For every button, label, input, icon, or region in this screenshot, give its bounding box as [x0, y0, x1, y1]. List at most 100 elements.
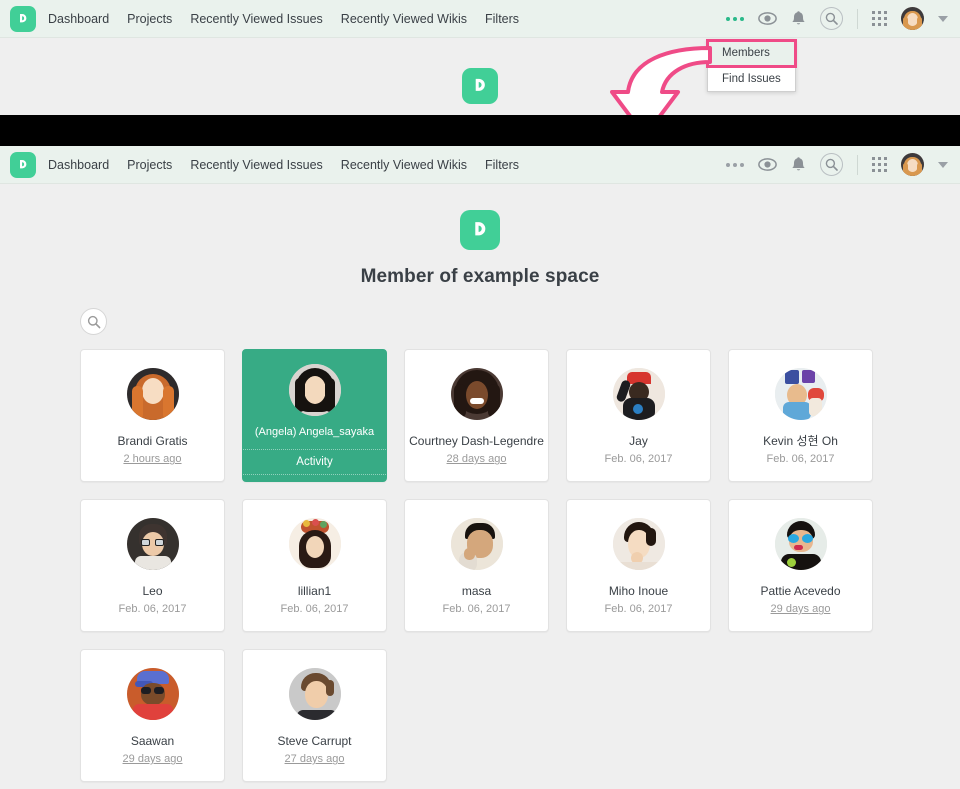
- member-name: masa: [461, 584, 492, 598]
- member-avatar: [126, 668, 179, 720]
- app-navbar: Dashboard Projects Recently Viewed Issues R…: [0, 146, 960, 184]
- top-nav-link-2[interactable]: Recently Viewed Issues: [190, 12, 322, 26]
- bell-icon[interactable]: [791, 156, 806, 173]
- chevron-down-icon[interactable]: [938, 161, 948, 168]
- member-name: Miho Inoue: [608, 584, 669, 598]
- member-name: Jay: [629, 434, 648, 448]
- member-action-activity[interactable]: Activity: [243, 449, 386, 474]
- member-last-active-link[interactable]: 2 hours ago: [123, 453, 181, 465]
- member-joined-date: Feb. 06, 2017: [118, 603, 187, 616]
- member-card[interactable]: Jay Feb. 06, 2017: [566, 349, 711, 482]
- member-joined-date: Feb. 06, 2017: [604, 453, 673, 466]
- dropdown-item-members[interactable]: Members: [706, 39, 797, 68]
- top-nav-link-3[interactable]: Recently Viewed Wikis: [341, 12, 467, 26]
- page-title: Member of example space: [360, 266, 600, 287]
- member-card[interactable]: Pattie Acevedo 29 days ago: [728, 499, 873, 632]
- bell-icon[interactable]: [791, 10, 806, 27]
- member-joined-date: Feb. 06, 2017: [766, 453, 835, 466]
- app-nav-link-0[interactable]: Dashboard: [48, 158, 109, 172]
- member-name: Leo: [142, 584, 163, 598]
- member-card[interactable]: Miho Inoue Feb. 06, 2017: [566, 499, 711, 632]
- ellipsis-icon[interactable]: [726, 162, 744, 167]
- app-nav-link-3[interactable]: Recently Viewed Wikis: [341, 158, 467, 172]
- top-preview-navbar: Dashboard Projects Recently Viewed Issues R…: [0, 0, 960, 38]
- member-avatar: [450, 518, 503, 570]
- backlog-b-logo-icon: [460, 210, 500, 250]
- toolbar-divider: [857, 8, 858, 29]
- member-card[interactable]: Brandi Gratis 2 hours ago: [80, 349, 225, 482]
- toolbar-divider: [857, 154, 858, 175]
- member-avatar: [126, 368, 179, 420]
- search-icon[interactable]: [820, 153, 843, 176]
- member-card[interactable]: Kevin 성현 Oh Feb. 06, 2017: [728, 349, 873, 482]
- top-preview-dropdown-menu: Members Find Issues: [706, 39, 797, 93]
- app-window: Dashboard Projects Recently Viewed Issues R…: [0, 146, 960, 789]
- preview-brand-logo-icon: [462, 68, 498, 104]
- ellipsis-icon[interactable]: [726, 16, 744, 21]
- member-avatar: [126, 518, 179, 570]
- apps-grid-icon[interactable]: [872, 11, 887, 26]
- member-avatar: [288, 668, 341, 720]
- member-name: Steve Carrupt: [277, 734, 352, 748]
- eye-icon[interactable]: [758, 158, 777, 171]
- apps-grid-icon[interactable]: [872, 157, 887, 172]
- member-card[interactable]: Courtney Dash-Legendre 28 days ago: [404, 349, 549, 482]
- member-hover-actions: ActivityGantt Chart: [243, 449, 386, 481]
- avatar[interactable]: [901, 7, 924, 30]
- member-avatar: [612, 368, 665, 420]
- top-nav-link-1[interactable]: Projects: [127, 12, 172, 26]
- member-avatar: [774, 518, 827, 570]
- app-nav-right: [726, 153, 948, 176]
- member-joined-date: Feb. 06, 2017: [604, 603, 673, 616]
- eye-icon[interactable]: [758, 12, 777, 25]
- search-icon: [87, 315, 100, 328]
- member-card[interactable]: Leo Feb. 06, 2017: [80, 499, 225, 632]
- member-avatar: [288, 518, 341, 570]
- member-name: Pattie Acevedo: [760, 584, 841, 598]
- member-name: Courtney Dash-Legendre: [409, 434, 544, 448]
- member-search-row: [80, 308, 960, 335]
- member-action-gantt-chart[interactable]: Gantt Chart: [243, 474, 386, 481]
- member-card-grid: Brandi Gratis 2 hours ago (Angela) Angela_…: [80, 349, 880, 782]
- member-name: lillian1: [297, 584, 332, 598]
- chevron-down-icon[interactable]: [938, 15, 948, 22]
- screenshot-root: Dashboard Projects Recently Viewed Issues R…: [0, 0, 960, 789]
- member-last-active-link[interactable]: 29 days ago: [771, 603, 831, 615]
- top-preview-nav-right: [726, 7, 948, 30]
- top-preview-nav-links: Dashboard Projects Recently Viewed Issues R…: [48, 12, 519, 26]
- page-header: Member of example space: [0, 210, 960, 288]
- member-avatar: [288, 364, 341, 416]
- dropdown-item-find-issues[interactable]: Find Issues: [708, 67, 795, 92]
- app-nav-link-2[interactable]: Recently Viewed Issues: [190, 158, 322, 172]
- member-avatar: [774, 368, 827, 420]
- member-last-active-link[interactable]: 29 days ago: [123, 753, 183, 765]
- member-avatar: [450, 368, 503, 420]
- search-input[interactable]: [80, 308, 107, 335]
- member-card[interactable]: masa Feb. 06, 2017: [404, 499, 549, 632]
- backlog-b-logo-icon[interactable]: [10, 5, 36, 32]
- app-nav-link-1[interactable]: Projects: [127, 158, 172, 172]
- member-name: Brandi Gratis: [117, 434, 188, 448]
- app-nav-links: Dashboard Projects Recently Viewed Issues R…: [48, 158, 519, 172]
- member-name: Kevin 성현 Oh: [763, 434, 838, 448]
- member-card[interactable]: Steve Carrupt 27 days ago: [242, 649, 387, 782]
- member-joined-date: Feb. 06, 2017: [280, 603, 349, 616]
- member-card[interactable]: Saawan 29 days ago: [80, 649, 225, 782]
- search-icon[interactable]: [820, 7, 843, 30]
- member-last-active-link[interactable]: 27 days ago: [285, 753, 345, 765]
- section-divider-band: [0, 115, 960, 146]
- top-nav-link-0[interactable]: Dashboard: [48, 12, 109, 26]
- member-card[interactable]: lillian1 Feb. 06, 2017: [242, 499, 387, 632]
- top-nav-link-4[interactable]: Filters: [485, 12, 519, 26]
- member-joined-date: Feb. 06, 2017: [442, 603, 511, 616]
- top-preview-strip: Dashboard Projects Recently Viewed Issues R…: [0, 0, 960, 115]
- member-last-active-link[interactable]: 28 days ago: [447, 453, 507, 465]
- member-card[interactable]: (Angela) Angela_sayaka ActivityGantt Char…: [242, 349, 387, 482]
- avatar[interactable]: [901, 153, 924, 176]
- member-name: (Angela) Angela_sayaka: [254, 426, 375, 438]
- curved-down-arrow-icon: [610, 46, 712, 115]
- member-avatar: [612, 518, 665, 570]
- member-name: Saawan: [130, 734, 175, 748]
- backlog-b-logo-icon[interactable]: [10, 151, 36, 178]
- app-nav-link-4[interactable]: Filters: [485, 158, 519, 172]
